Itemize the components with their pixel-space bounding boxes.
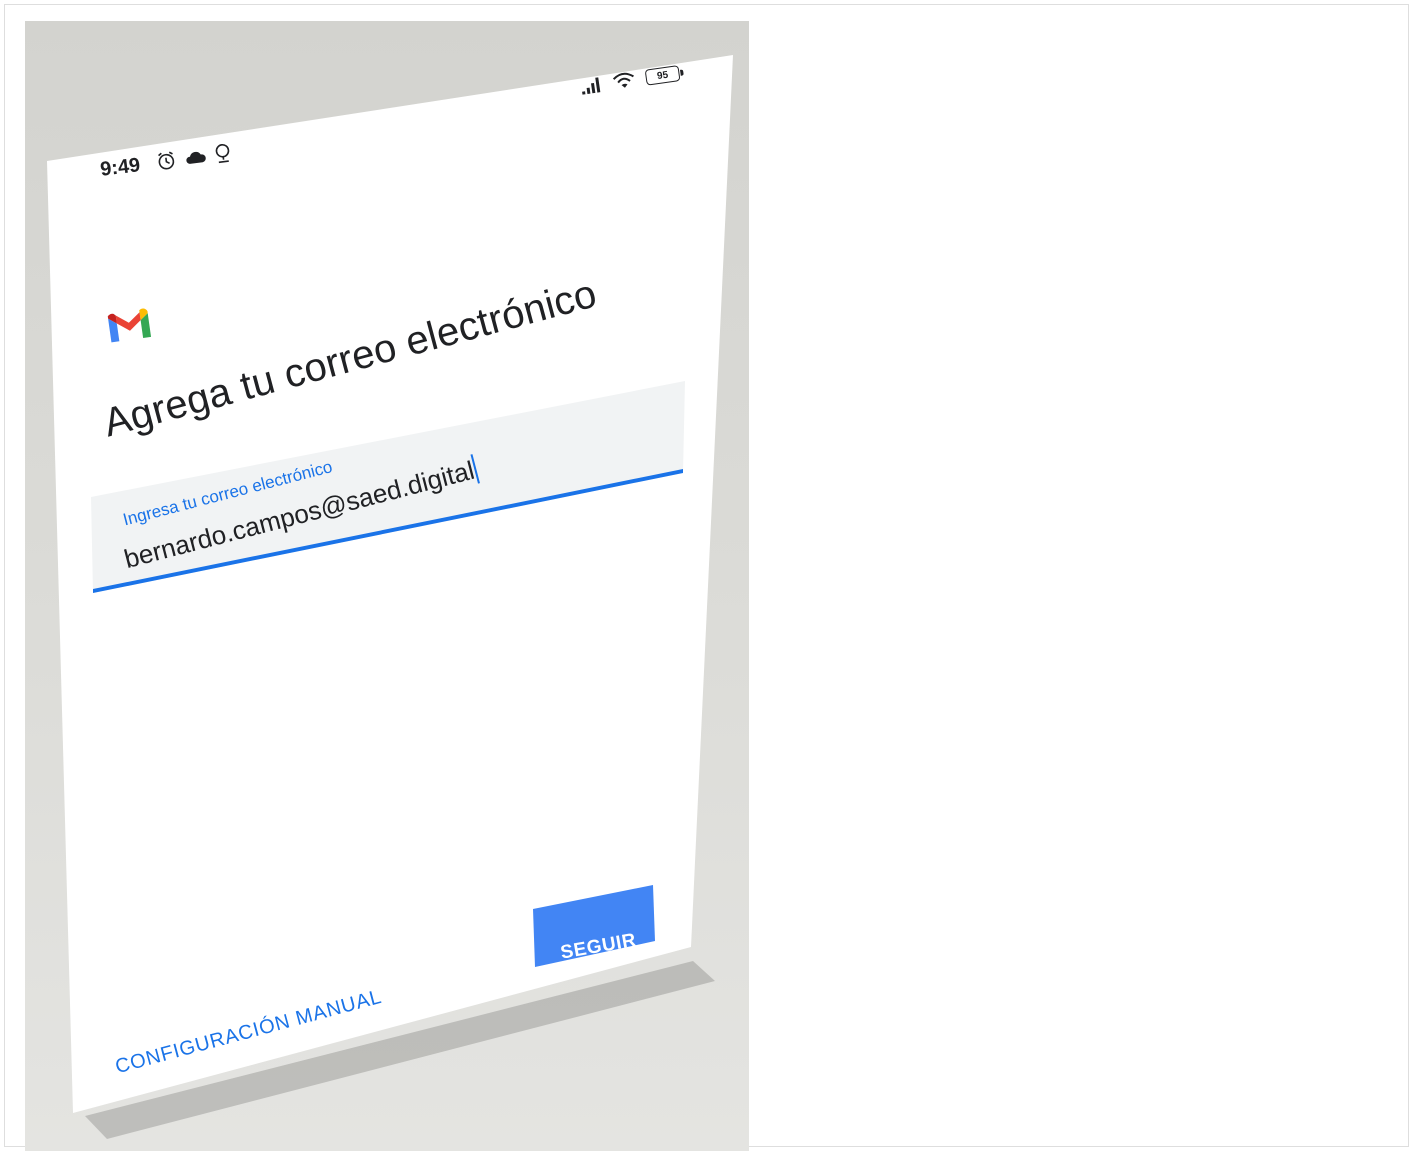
status-time: 9:49 — [99, 154, 142, 181]
battery-icon: 95 — [644, 65, 681, 86]
alarm-icon — [158, 151, 175, 170]
gmail-logo — [105, 305, 154, 350]
location-icon — [215, 143, 230, 164]
cloud-icon — [186, 151, 206, 164]
signal-icon — [582, 77, 601, 95]
battery-level: 95 — [656, 69, 669, 82]
phone-photo: 9:49 95 Agrega tu correo electrónico Ing… — [25, 21, 749, 1151]
image-frame: 9:49 95 Agrega tu correo electrónico Ing… — [4, 4, 1409, 1151]
wifi-icon — [612, 72, 634, 88]
